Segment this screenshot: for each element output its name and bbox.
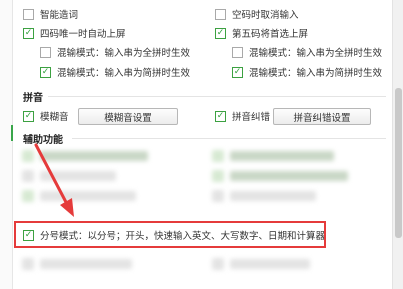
annotation-arrow-icon: [34, 143, 74, 217]
vertical-scrollbar[interactable]: [392, 0, 403, 289]
scrollbar-thumb[interactable]: [395, 88, 402, 238]
